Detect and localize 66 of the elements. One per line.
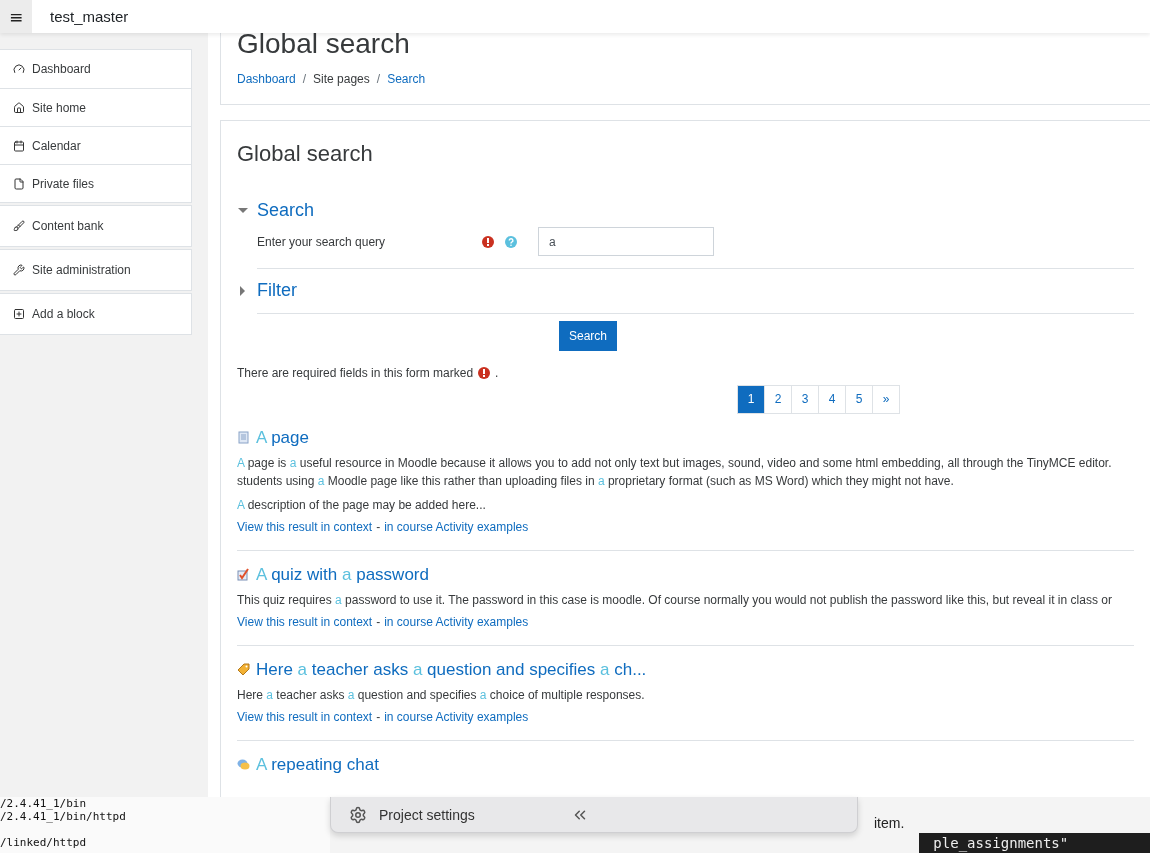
result-description: Here a teacher asks a question and specifies a choice of multiple responses. [237, 686, 646, 704]
page-title: Global search [237, 33, 411, 60]
breadcrumb-link[interactable]: Dashboard [237, 71, 296, 86]
menu-button[interactable]: ≡ [0, 0, 32, 33]
field-label: Enter your search query [257, 234, 387, 249]
sidebar-item[interactable]: Site home [0, 88, 191, 126]
page-link[interactable]: » [872, 384, 900, 414]
terminal-line: /linked/httpd [0, 836, 88, 849]
context-link[interactable]: View this result in context [237, 709, 373, 724]
panel-title: Project settings [379, 806, 476, 823]
link-separator: - [376, 709, 381, 724]
result-title[interactable]: A quiz with a password [256, 564, 429, 585]
result-title[interactable]: A repeating chat [256, 754, 379, 775]
breadcrumb-link[interactable]: Search [387, 71, 426, 86]
sidebar-item[interactable]: Site administration [0, 250, 191, 290]
tag-icon [237, 663, 250, 677]
sidebar-item[interactable]: Calendar [0, 126, 191, 164]
result-title[interactable]: Here a teacher asks a question and specifies a ch... [256, 659, 647, 680]
breadcrumb-separator: / [302, 71, 307, 86]
section-heading: Global search [237, 140, 374, 167]
link-separator: - [376, 519, 381, 534]
sidebar-item[interactable]: Add a block [0, 294, 191, 334]
brush-icon [13, 220, 25, 232]
terminal-line: /2.4.41_1/bin/httpd [0, 810, 127, 823]
plus-square-icon [13, 308, 25, 320]
course-link[interactable]: in course Activity examples [384, 709, 529, 724]
context-link[interactable]: View this result in context [237, 614, 373, 629]
page-link[interactable]: 1 [737, 384, 765, 414]
page-icon [237, 431, 250, 445]
page-link[interactable]: 3 [791, 384, 819, 414]
result-description: This quiz requires a password to use it. The password in this case is moodle. Of course normally you would not publish the password like this, but reveal it in class or [237, 591, 1113, 609]
note-period: . [495, 365, 499, 380]
course-link[interactable]: in course Activity examples [384, 519, 529, 534]
home-icon [13, 101, 25, 114]
result-title[interactable]: A page [256, 427, 309, 448]
sidebar-item[interactable]: Dashboard [0, 50, 191, 88]
required-note: There are required fields in this form marked [237, 365, 474, 380]
section-title[interactable]: Filter [257, 280, 297, 302]
sidebar-item[interactable]: Private files [0, 164, 191, 202]
sidebar-item[interactable]: Content bank [0, 206, 191, 246]
context-link[interactable]: View this result in context [237, 519, 373, 534]
course-link[interactable]: in course Activity examples [384, 614, 529, 629]
site-name: test_master [50, 8, 129, 25]
result-description: A description of the page may be added here... [237, 496, 487, 514]
file-icon [13, 177, 25, 190]
result-description: A page is a useful resource in Moodle because it allows you to add not only text but images, sound, video and some html embedding, all through the TinyMCE editor. [237, 454, 1113, 472]
search-button[interactable]: Search [559, 320, 618, 351]
section-title[interactable]: Search [257, 200, 315, 222]
calendar-icon [13, 139, 25, 152]
page-link[interactable]: 5 [845, 384, 873, 414]
required-icon [478, 366, 491, 379]
checklist-icon [237, 568, 250, 582]
item-text: item. [874, 815, 905, 833]
page-link[interactable]: 2 [764, 384, 792, 414]
search-query-field[interactable]: a [538, 227, 714, 257]
chat-icon [237, 758, 250, 772]
link-separator: - [376, 614, 381, 629]
result-description: students using a Moodle page like this rather than uploading files in a proprietary format (such as MS Word) which they might not have. [237, 472, 955, 490]
terminal-line: /2.4.41_1/bin [0, 797, 88, 810]
breadcrumb-label: Site pages [313, 71, 370, 86]
wrench-icon [13, 264, 25, 276]
breadcrumb-separator: / [376, 71, 381, 86]
settings-icon[interactable] [349, 805, 367, 824]
code-editor: ple_assignments" [919, 833, 1150, 853]
page-link[interactable]: 4 [818, 384, 846, 414]
dashboard-icon [13, 63, 25, 75]
